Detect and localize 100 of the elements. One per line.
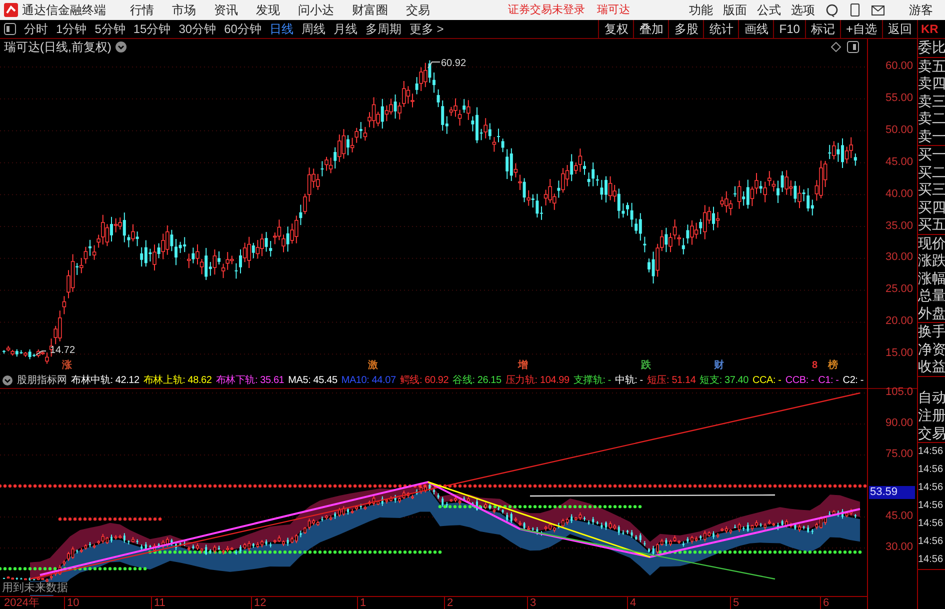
event-tag: 8 (812, 358, 818, 373)
period-tab[interactable]: 分时 (20, 20, 52, 38)
date-label: 1 (357, 597, 366, 609)
date-label: 12 (251, 597, 266, 609)
period-tab[interactable]: 15分钟 (129, 20, 175, 38)
toolbar-button[interactable]: 标记 (804, 20, 840, 38)
trade-time: 14:56 (918, 553, 944, 567)
quote-label: 买三 (918, 181, 945, 198)
toolbar-button[interactable]: 画线 (738, 20, 774, 38)
quote-label: 卖四 (918, 75, 945, 92)
axis-label: 20.00 (885, 316, 913, 328)
menu-item[interactable]: 问小达 (298, 1, 334, 19)
toolbar-item[interactable]: 选项 (791, 1, 815, 19)
period-tab[interactable]: 日线 (265, 20, 298, 38)
quote-label: 净资 (918, 340, 945, 358)
quote-label: 卖一 (918, 128, 945, 145)
menu-item[interactable]: 发现 (256, 1, 280, 19)
toolbar-button[interactable]: F10 (773, 20, 805, 38)
event-tag: 财 (714, 358, 724, 373)
axis-label: 25.00 (885, 284, 913, 296)
event-tag: 涨 (62, 358, 72, 373)
event-tag: 增 (518, 358, 528, 373)
logo-icon[interactable] (4, 3, 18, 17)
period-tab[interactable]: 多周期 (361, 20, 406, 38)
toolbar-button[interactable]: 叠加 (633, 20, 668, 38)
axis-label: 50.00 (885, 124, 913, 136)
side-tab[interactable]: 交易 (918, 424, 945, 442)
warning-note: 用到未来数据 (2, 582, 68, 595)
date-label: 10 (64, 597, 80, 609)
toolbar-button[interactable]: 返回 (882, 20, 917, 38)
trade-time: 14:56 (918, 445, 944, 459)
event-tag: 激 (368, 358, 378, 373)
indicator-reading: 鳄线: 60.92 (400, 374, 449, 388)
period-tab[interactable]: 60分钟 (220, 20, 266, 38)
axis-label: 30.00 (885, 542, 913, 553)
side-tab[interactable]: 自动 (918, 388, 945, 406)
indicator-reading: 压力轨: 104.99 (505, 374, 570, 388)
leader-line (36, 350, 46, 356)
toolbar-item[interactable]: 版面 (723, 1, 747, 19)
period-tab[interactable]: 月线 (329, 20, 362, 38)
toolbar-button[interactable]: 统计 (703, 20, 738, 38)
indicator-name[interactable]: 股朋指标网 (17, 372, 67, 388)
toolbar-item[interactable]: 功能 (689, 1, 713, 19)
indicator-reading: 支撑轨: - (573, 374, 612, 388)
axis-label: 75.00 (885, 449, 913, 460)
quote-label: 买二 (918, 164, 945, 181)
indicator-reading: 布林中轨: 42.12 (71, 374, 140, 388)
chevron-down-icon[interactable] (115, 41, 128, 53)
menu-item[interactable]: 资讯 (214, 1, 238, 19)
period-tab[interactable]: 30分钟 (174, 20, 220, 38)
axis-label: 60.00 (885, 61, 913, 72)
user-label[interactable]: 游客 (909, 1, 933, 19)
leader-line (428, 62, 440, 68)
axis-label: 40.00 (885, 188, 913, 200)
support-icon[interactable] (825, 3, 839, 17)
chevron-down-icon[interactable] (2, 374, 13, 386)
menu-item[interactable]: 财富圈 (352, 1, 388, 19)
axis-label: 15.00 (885, 348, 913, 360)
toolbar-item[interactable]: 公式 (757, 1, 781, 19)
indicator-reading: 短支: 37.40 (700, 374, 748, 388)
panel-toggle-icon[interactable] (4, 23, 16, 35)
menu-item[interactable]: 交易 (406, 1, 430, 19)
quote-label: 卖二 (918, 110, 945, 128)
indicator-reading: 布林上轨: 48.62 (143, 374, 212, 388)
phone-icon[interactable] (849, 3, 861, 17)
diamond-icon[interactable] (831, 42, 841, 52)
date-label: 4 (627, 597, 636, 609)
axis-label: 45.00 (885, 156, 913, 168)
quote-label: 买一 (918, 146, 945, 164)
menu-item[interactable]: 行情 (130, 1, 154, 19)
trade-time: 14:56 (918, 535, 944, 549)
edge-tab[interactable]: KR (917, 20, 945, 38)
period-tab[interactable]: 5分钟 (90, 20, 130, 38)
axis-label: 90.00 (885, 418, 913, 429)
quote-label: 涨幅 (918, 270, 945, 287)
trade-time: 14:56 (918, 463, 944, 477)
toolbar-button[interactable]: 复权 (598, 20, 634, 38)
indicator-reading: 中轨: - (615, 374, 643, 388)
login-notice[interactable]: 证券交易未登录 (508, 2, 585, 18)
menu-item[interactable]: 市场 (172, 1, 196, 19)
date-label: 2024年 (3, 597, 40, 609)
axis-label: 105.0 (885, 387, 913, 398)
toolbar-button[interactable]: +自选 (840, 20, 882, 38)
date-label: 11 (151, 597, 166, 609)
event-tag: 跌 (641, 358, 651, 373)
indicator-reading: MA10: 44.07 (341, 374, 396, 388)
trade-time: 14:56 (918, 481, 944, 495)
indicator-reading: CCA: - (752, 374, 782, 388)
date-label: 3 (527, 597, 536, 609)
toolbar-button[interactable]: 多股 (668, 20, 704, 38)
indicator-reading: C2: - (842, 374, 864, 388)
period-tab[interactable]: 更多 > (405, 20, 448, 38)
indicator-reading: 布林下轨: 35.61 (216, 374, 284, 388)
period-tab[interactable]: 1分钟 (52, 20, 91, 38)
chart-title: 瑞可达(日线,前复权) (4, 39, 112, 56)
indicator-reading: 谷线: 26.15 (452, 374, 502, 388)
panel-toggle-icon[interactable] (847, 41, 859, 53)
axis-label: 35.00 (885, 220, 913, 232)
period-tab[interactable]: 周线 (297, 20, 330, 38)
mail-icon[interactable] (871, 3, 885, 17)
